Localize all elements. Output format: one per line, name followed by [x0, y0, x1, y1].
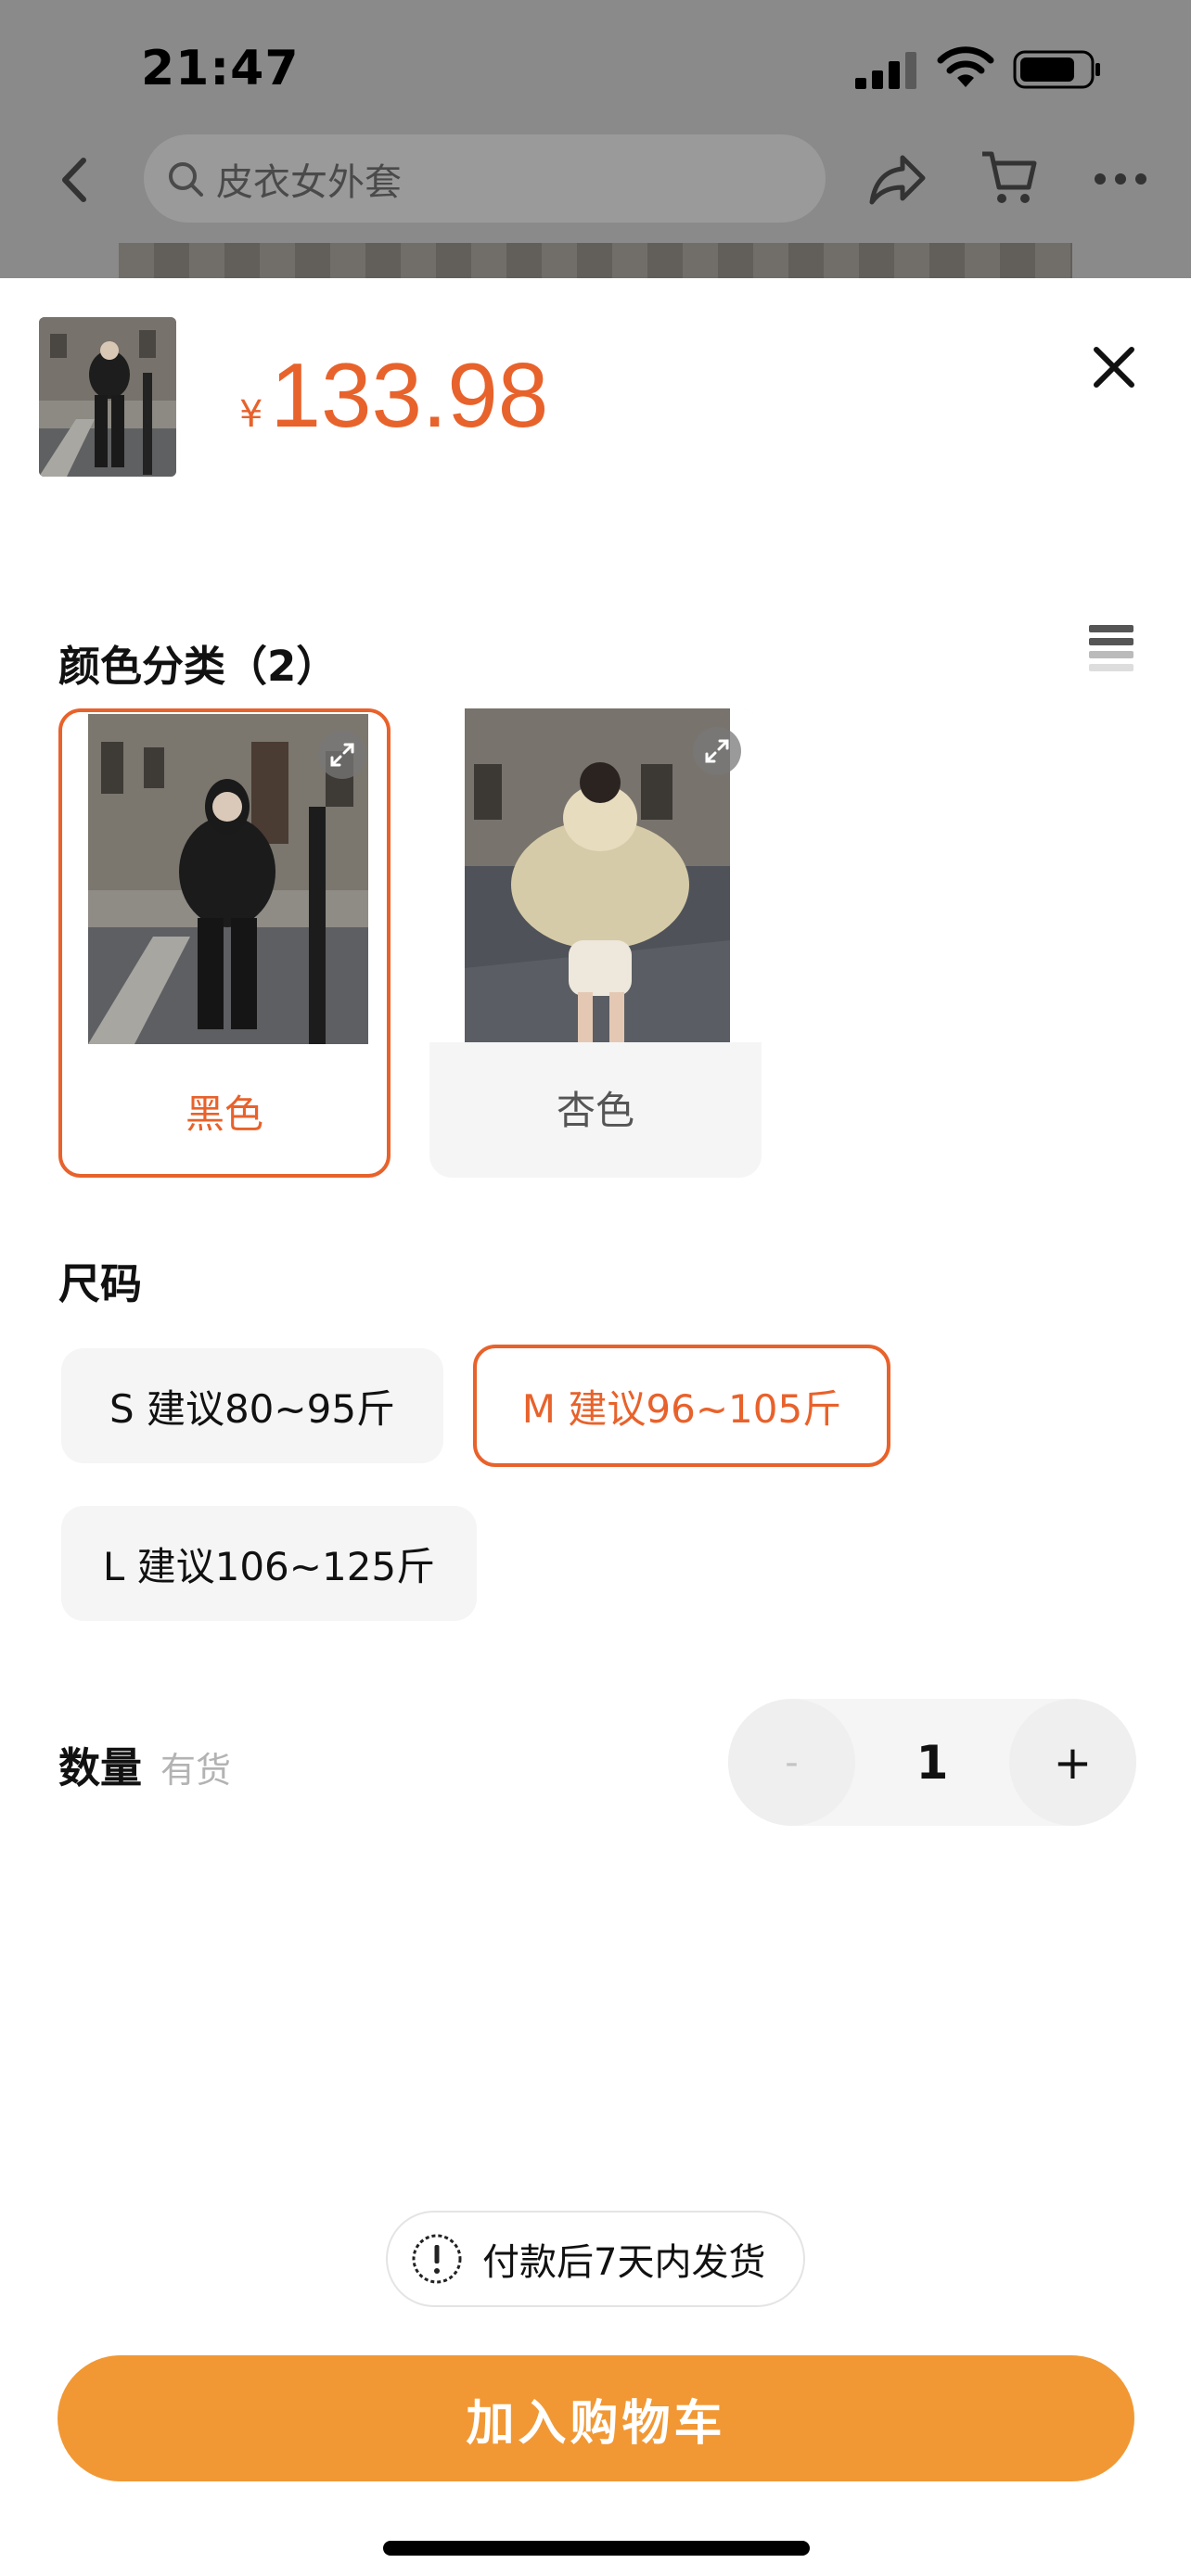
color-section-title: 颜色分类（2）	[58, 642, 339, 691]
quantity-label: 数量 有货	[58, 1734, 231, 1794]
add-to-cart-button[interactable]: 加入购物车	[58, 2355, 1134, 2481]
stock-status: 有货	[160, 1750, 232, 1791]
top-nav-bar: 皮衣女外套	[0, 130, 1191, 232]
back-button[interactable]	[48, 150, 98, 210]
background-page: 21:47 皮衣女外套	[0, 0, 1191, 278]
search-input[interactable]: 皮衣女外套	[144, 134, 826, 223]
color-option-black[interactable]: 黑色	[58, 708, 391, 1178]
home-indicator	[383, 2541, 810, 2556]
size-section-title: 尺码	[58, 1259, 143, 1308]
cart-icon[interactable]	[979, 147, 1040, 208]
background-product-photo	[119, 243, 1072, 278]
price-currency: ¥	[239, 393, 263, 436]
share-icon[interactable]	[867, 148, 928, 210]
shipping-note: 付款后7天内发货	[386, 2211, 805, 2307]
size-option-m[interactable]: M 建议96~105斤	[473, 1345, 890, 1467]
size-option-l[interactable]: L 建议106~125斤	[61, 1506, 477, 1621]
price: ¥ 133.98	[239, 343, 548, 448]
status-bar: 21:47	[0, 0, 1191, 139]
product-thumbnail[interactable]	[39, 317, 176, 477]
status-time: 21:47	[141, 41, 300, 96]
close-icon	[1094, 347, 1134, 388]
quantity-value[interactable]: 1	[855, 1699, 1009, 1826]
color-option-label: 黑色	[185, 1091, 263, 1137]
color-option-apricot[interactable]: 杏色	[429, 708, 762, 1178]
more-icon[interactable]	[1093, 165, 1148, 193]
expand-image-icon[interactable]	[693, 727, 741, 775]
increment-button[interactable]: +	[1009, 1699, 1136, 1826]
search-placeholder: 皮衣女外套	[216, 160, 402, 204]
quantity-title: 数量	[58, 1743, 143, 1792]
quantity-stepper: - 1 +	[728, 1699, 1136, 1826]
expand-image-icon[interactable]	[318, 731, 366, 779]
shipping-note-text: 付款后7天内发货	[482, 2241, 766, 2284]
wifi-icon	[937, 46, 994, 87]
chevron-left-icon	[62, 158, 86, 202]
sku-selection-sheet: ¥ 133.98 颜色分类（2） 黑色 杏色 尺码 S 建议80~95斤 M 建…	[0, 278, 1191, 2576]
color-option-label: 杏色	[556, 1088, 634, 1133]
cellular-signal-icon	[855, 52, 916, 89]
search-icon	[169, 161, 203, 197]
exclamation-circle-icon	[412, 2234, 462, 2284]
decrement-button[interactable]: -	[728, 1699, 855, 1826]
price-value: 133.98	[270, 344, 549, 446]
color-option-apricot-photo	[465, 708, 730, 1042]
list-view-icon[interactable]	[1087, 623, 1135, 671]
battery-icon	[1013, 50, 1100, 89]
close-button[interactable]	[1085, 338, 1143, 396]
size-option-s[interactable]: S 建议80~95斤	[61, 1348, 443, 1463]
